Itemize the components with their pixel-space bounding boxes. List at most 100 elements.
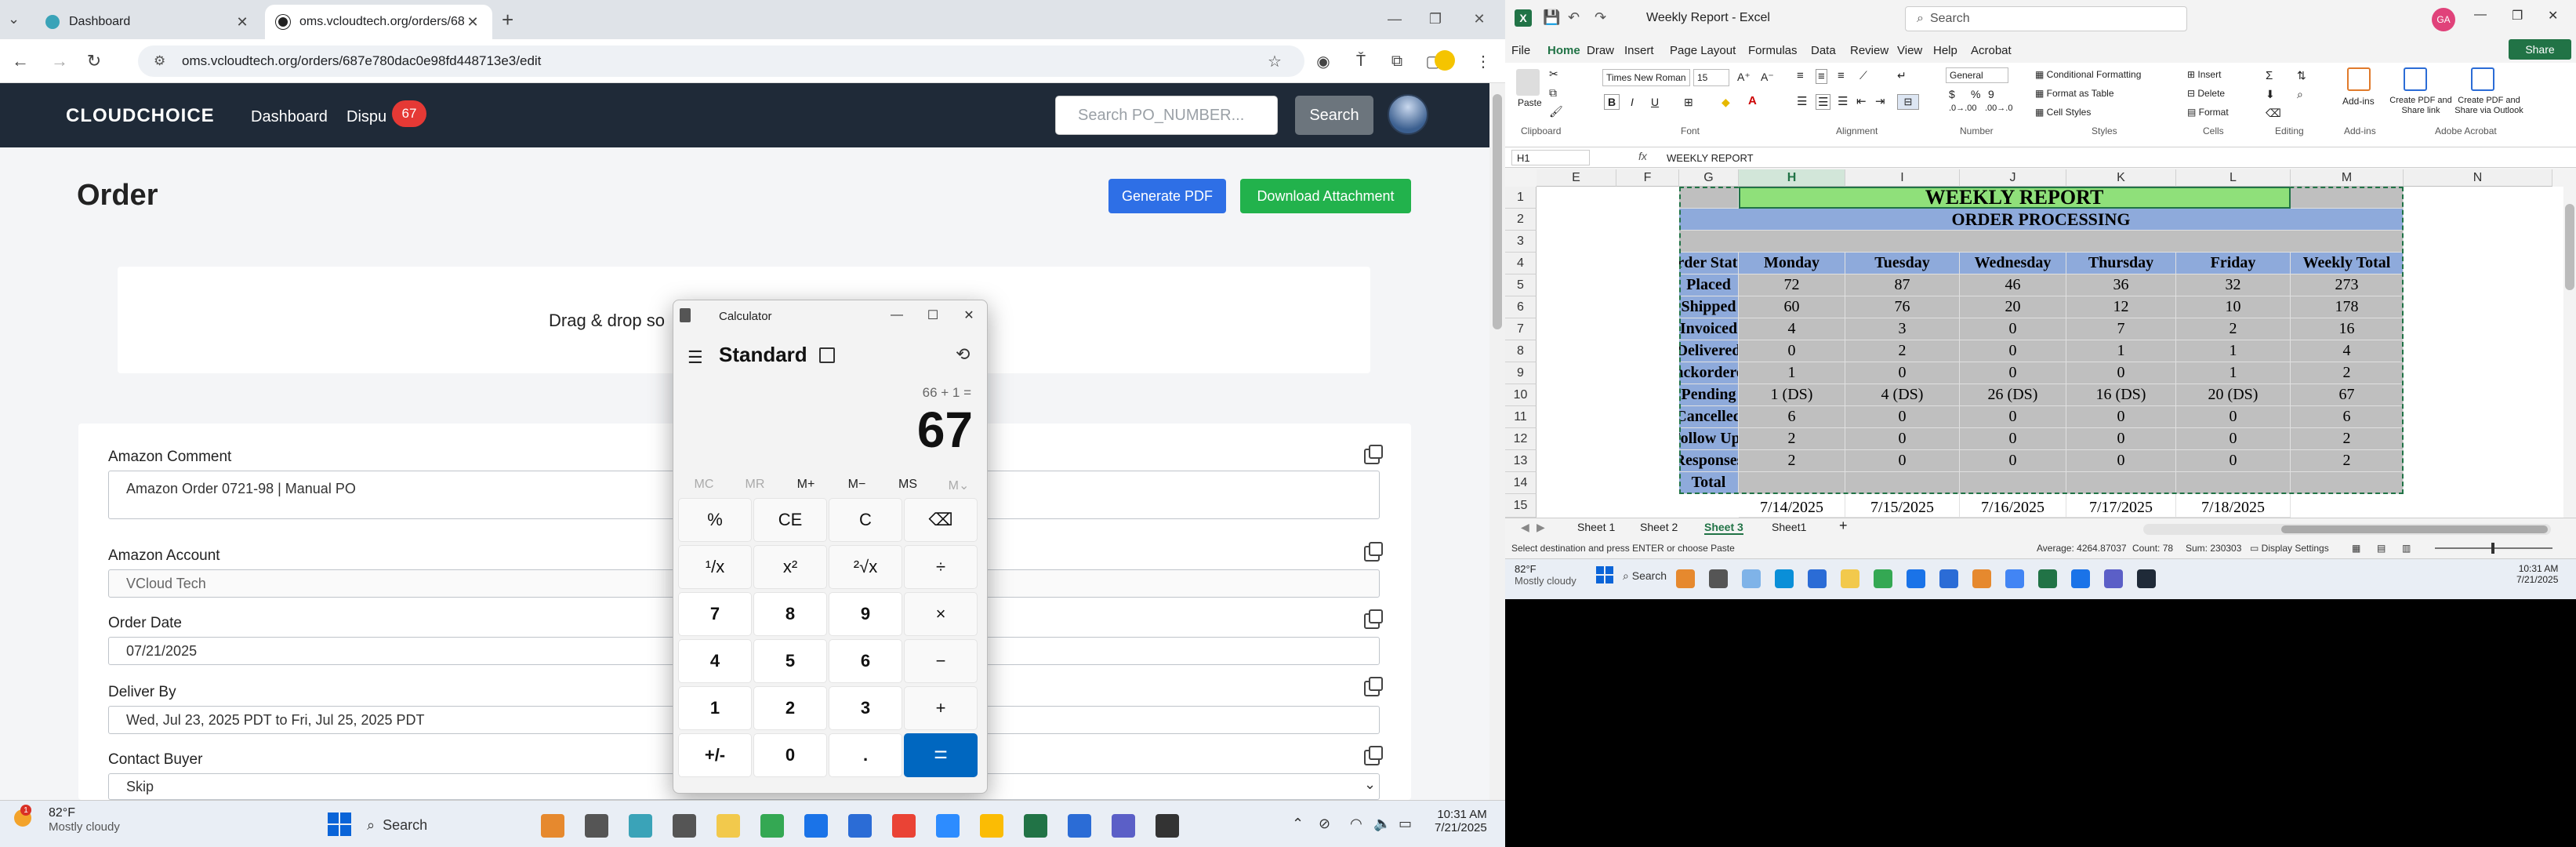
address-bar[interactable]: ⚙ oms.vcloudtech.org/orders/687e780dac0e…: [138, 45, 1304, 77]
clear-key[interactable]: C: [829, 498, 902, 542]
square-root-key[interactable]: ²√x: [829, 545, 902, 589]
table-data-cell[interactable]: 0: [1845, 428, 1960, 450]
volume-icon[interactable]: 🔈: [1373, 816, 1391, 832]
table-header-cell[interactable]: Monday: [1739, 253, 1845, 274]
multiply-key[interactable]: ×: [904, 592, 978, 636]
page-layout-view-icon[interactable]: ▤: [2377, 543, 2386, 554]
format-painter-icon[interactable]: 🖌: [1549, 105, 1563, 118]
shrink-font-icon[interactable]: A⁻: [1761, 71, 1774, 84]
memory-clear-button[interactable]: MC: [678, 478, 730, 492]
calc-close-icon[interactable]: ✕: [951, 304, 987, 327]
tab-search-icon[interactable]: ⌄: [8, 11, 20, 27]
table-data-cell[interactable]: [1960, 472, 2066, 494]
close-window-icon[interactable]: ✕: [2548, 8, 2558, 24]
report-subtitle-cell[interactable]: ORDER PROCESSING: [1679, 209, 2404, 231]
status-label-cell[interactable]: Shipped: [1679, 296, 1739, 318]
comma-style-icon[interactable]: 9: [1988, 88, 1994, 100]
extension-icon[interactable]: ◉: [1311, 49, 1336, 74]
table-data-cell[interactable]: 178: [2291, 296, 2404, 318]
teams-icon[interactable]: [2104, 569, 2123, 588]
table-data-cell[interactable]: 20 (DS): [2176, 384, 2291, 406]
memory-recall-button[interactable]: MR: [729, 478, 781, 492]
table-data-cell[interactable]: 4: [1739, 318, 1845, 340]
widgets-icon[interactable]: [541, 814, 564, 838]
sheet-tab-sheet1[interactable]: Sheet1: [1772, 521, 1806, 533]
normal-view-icon[interactable]: ▦: [2352, 543, 2360, 554]
add-sheet-icon[interactable]: +: [1839, 518, 1848, 534]
calculator-icon[interactable]: [673, 814, 696, 838]
report-title-cell[interactable]: WEEKLY REPORT: [1739, 187, 2291, 209]
cell-styles-button[interactable]: ▦ Cell Styles: [2035, 107, 2091, 118]
explorer-icon[interactable]: [1841, 569, 1859, 588]
find-select-icon[interactable]: ⌕: [2297, 88, 2303, 101]
copy-icon[interactable]: [1364, 542, 1383, 562]
insert-function-icon[interactable]: fx: [1638, 150, 1647, 162]
row-header-1[interactable]: 1: [1505, 187, 1537, 209]
addins-icon[interactable]: [2347, 67, 2371, 91]
equals-key[interactable]: =: [904, 733, 978, 777]
table-data-cell[interactable]: [1845, 472, 1960, 494]
status-label-cell[interactable]: Cancelled: [1679, 406, 1739, 428]
conditional-formatting-button[interactable]: ▦ Conditional Formatting: [2035, 69, 2141, 80]
status-label-cell[interactable]: Invoiced: [1679, 318, 1739, 340]
memory-subtract-button[interactable]: M−: [831, 478, 883, 492]
chrome-menu-icon[interactable]: ⋮: [1471, 49, 1496, 74]
row-header-6[interactable]: 6: [1505, 296, 1537, 318]
excel-icon[interactable]: [2038, 569, 2057, 588]
table-data-cell[interactable]: 4: [2291, 340, 2404, 362]
table-header-cell[interactable]: Wednesday: [1960, 253, 2066, 274]
wifi-icon[interactable]: ◠: [1350, 816, 1362, 832]
undo-icon[interactable]: ↶: [1568, 9, 1580, 26]
row-header-3[interactable]: 3: [1505, 231, 1537, 253]
table-data-cell[interactable]: 0: [1960, 340, 2066, 362]
row-header-14[interactable]: 14: [1505, 472, 1537, 494]
app-logo[interactable]: CLOUDCHOICE: [66, 105, 215, 127]
column-header-i[interactable]: I: [1845, 169, 1960, 187]
memory-list-button[interactable]: M⌄: [933, 478, 985, 493]
restore-icon[interactable]: ❐: [2512, 8, 2523, 24]
accounting-format-icon[interactable]: $: [1949, 88, 1955, 100]
cut-icon[interactable]: ✂: [1549, 67, 1558, 81]
share-button[interactable]: Share: [2509, 39, 2571, 60]
back-icon[interactable]: ←: [8, 49, 33, 74]
menu-insert[interactable]: Insert: [1624, 44, 1654, 57]
table-data-cell[interactable]: 1: [1739, 362, 1845, 384]
menu-view[interactable]: View: [1897, 44, 1922, 57]
row-header-4[interactable]: 4: [1505, 253, 1537, 274]
table-data-cell[interactable]: 46: [1960, 274, 2066, 296]
bold-icon[interactable]: B: [1604, 94, 1620, 110]
next-sheet-icon[interactable]: ▶: [1537, 521, 1545, 534]
table-data-cell[interactable]: 12: [2066, 296, 2176, 318]
increase-decimal-icon[interactable]: .0→.00: [1949, 104, 1976, 113]
decrease-indent-icon[interactable]: ⇤: [1856, 94, 1867, 108]
new-tab-icon[interactable]: +: [502, 8, 513, 32]
clear-entry-key[interactable]: CE: [753, 498, 827, 542]
excel-search-box[interactable]: ⌕ Search: [1905, 6, 2187, 31]
taskbar-search[interactable]: ⌕ Search: [1623, 569, 1667, 583]
table-data-cell[interactable]: 0: [2066, 362, 2176, 384]
table-header-cell[interactable]: Weekly Total: [2291, 253, 2404, 274]
battery-icon[interactable]: ▭: [1399, 816, 1412, 832]
nav-dashboard[interactable]: Dashboard: [251, 108, 328, 126]
edge-icon[interactable]: [1742, 569, 1761, 588]
blank-row-3[interactable]: [1679, 231, 2404, 253]
zoom-icon[interactable]: [2005, 569, 2024, 588]
create-pdf-share-icon[interactable]: [2404, 67, 2427, 91]
tab-dashboard[interactable]: Dashboard ✕: [34, 5, 262, 39]
align-bottom-icon[interactable]: ≡: [1838, 69, 1845, 82]
number-format-box[interactable]: General: [1946, 67, 2008, 83]
close-tab-icon[interactable]: ✕: [234, 13, 251, 31]
reload-icon[interactable]: ↻: [82, 49, 107, 74]
files-icon[interactable]: [585, 814, 608, 838]
table-data-cell[interactable]: 26 (DS): [1960, 384, 2066, 406]
sheet-tab-sheet2[interactable]: Sheet 2: [1640, 521, 1678, 533]
percent-style-icon[interactable]: %: [1971, 88, 1980, 100]
menu-file[interactable]: File: [1511, 44, 1530, 57]
row-header-7[interactable]: 7: [1505, 318, 1537, 340]
subtract-key[interactable]: −: [904, 639, 978, 683]
table-header-cell[interactable]: Thursday: [2066, 253, 2176, 274]
weather-widget[interactable]: 82°F Mostly cloudy: [1515, 563, 1576, 587]
vertical-scrollbar-thumb[interactable]: [2565, 204, 2574, 290]
column-header-m[interactable]: M: [2291, 169, 2404, 187]
column-header-l[interactable]: L: [2176, 169, 2291, 187]
